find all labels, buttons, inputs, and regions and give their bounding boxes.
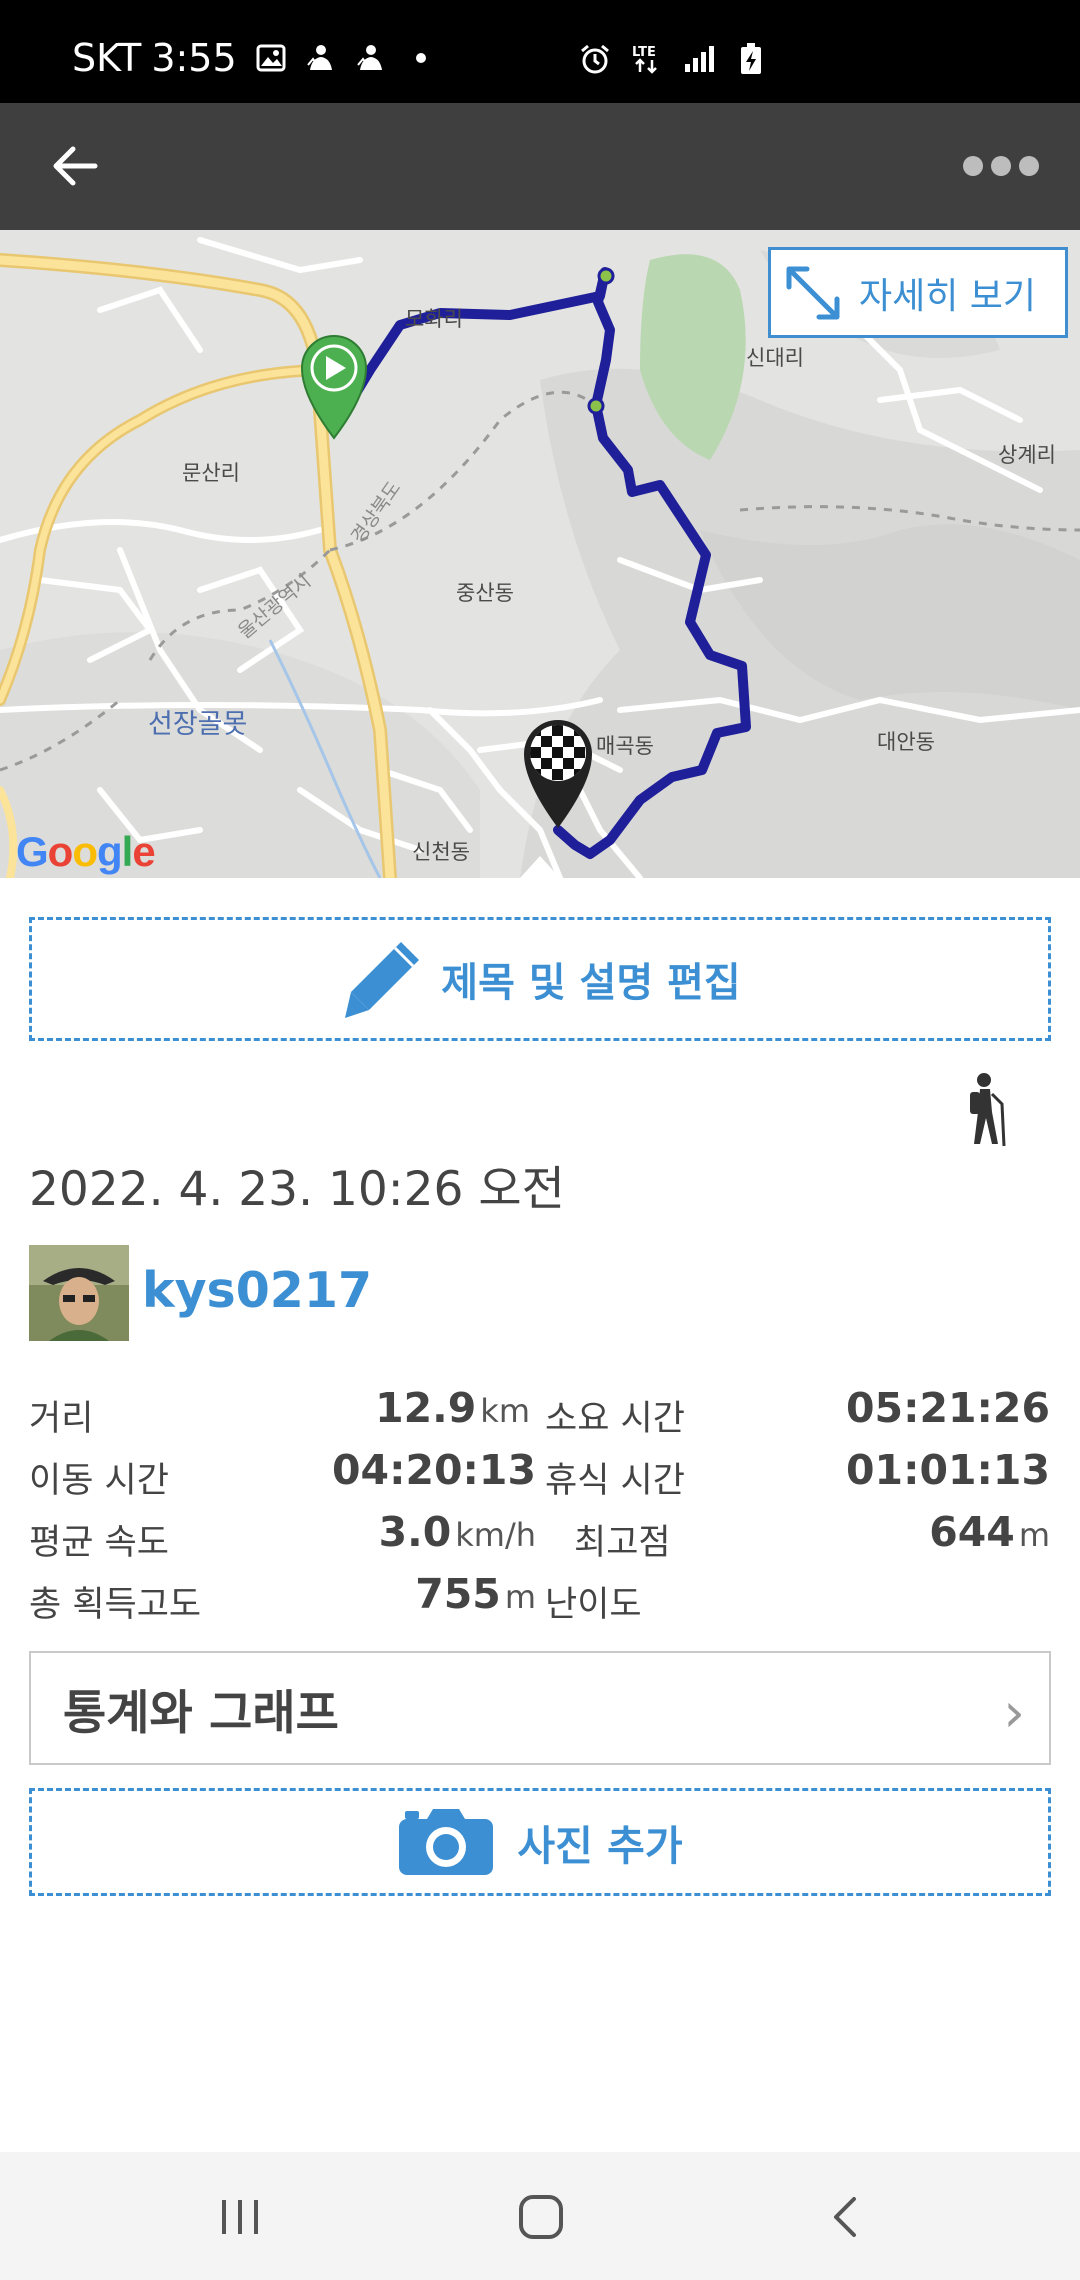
recents-button[interactable] — [205, 2182, 275, 2252]
avg-speed-number: 3.0 — [378, 1508, 452, 1556]
battery-charging-icon — [734, 42, 768, 76]
map-label: 매곡동 — [596, 734, 654, 758]
more-dot — [1019, 156, 1039, 176]
edit-title-description-button[interactable]: 제목 및 설명 편집 — [29, 917, 1051, 1041]
view-details-button[interactable]: 자세히 보기 — [768, 247, 1068, 338]
stat-max-elevation-value: 644 m — [800, 1508, 1050, 1556]
stat-elevation-gain-label: 총 획득고도 — [29, 1585, 202, 1625]
map-label: 문산리 — [182, 461, 240, 485]
stat-rest-time-value: 01:01:13 — [846, 1446, 1050, 1494]
arrow-left-icon — [53, 146, 98, 186]
stat-avg-speed-label: 평균 속도 — [29, 1523, 169, 1563]
home-button[interactable] — [506, 2182, 576, 2252]
avg-speed-unit: km/h — [455, 1516, 536, 1554]
map-label: 신천동 — [412, 840, 470, 864]
gallery-icon — [255, 42, 287, 74]
stat-distance-value: 12.9 km — [330, 1384, 530, 1432]
stat-max-elevation-label: 최고점 — [574, 1523, 671, 1563]
system-nav-bar — [0, 2152, 1080, 2280]
stat-moving-time-label: 이동 시간 — [29, 1461, 169, 1501]
nav-back-button[interactable] — [810, 2182, 880, 2252]
map-label: 상계리 — [998, 443, 1056, 467]
camera-icon — [399, 1809, 494, 1875]
edit-title-label: 제목 및 설명 편집 — [441, 960, 741, 1006]
stat-total-time-value: 05:21:26 — [846, 1384, 1050, 1432]
mountain-app-icon — [355, 42, 387, 74]
map-label: 신대리 — [746, 346, 804, 370]
back-button[interactable] — [42, 133, 108, 199]
mountain-app-icon — [305, 42, 337, 74]
activity-date: 2022. 4. 23. 10:26 오전 — [29, 1162, 565, 1217]
chevron-right-icon: › — [1003, 1681, 1025, 1744]
clock-text: 3:55 — [151, 36, 237, 80]
max-elevation-unit: m — [1018, 1516, 1050, 1554]
map-label: 선장골못 — [148, 709, 248, 740]
alarm-icon — [578, 42, 612, 76]
map-label: 모화리 — [405, 307, 463, 331]
distance-number: 12.9 — [375, 1384, 477, 1432]
more-dot — [963, 156, 983, 176]
app-bar — [0, 103, 1080, 230]
route-map[interactable]: 모화리 신대리 상계리 문산리 경상북도 중산동 울산광역시 선장골못 매곡동 … — [0, 230, 1080, 878]
map-label: 중산동 — [456, 581, 514, 605]
statistics-graph-button[interactable]: 통계와 그래프 › — [29, 1651, 1051, 1765]
stat-difficulty-label: 난이도 — [545, 1585, 642, 1625]
hiking-icon — [970, 1073, 1006, 1147]
stat-total-time-label: 소요 시간 — [545, 1399, 685, 1439]
distance-unit: km — [480, 1392, 530, 1430]
map-label: 대안동 — [877, 730, 935, 754]
home-icon — [519, 2195, 563, 2239]
recents-icon — [222, 2200, 258, 2234]
elevation-gain-number: 755 — [415, 1570, 501, 1618]
lte-icon: LTE — [630, 42, 664, 76]
elevation-gain-unit: m — [504, 1578, 536, 1616]
statistics-graph-label: 통계와 그래프 — [63, 1685, 339, 1741]
stat-distance-label: 거리 — [29, 1399, 94, 1439]
stat-rest-time-label: 휴식 시간 — [545, 1461, 685, 1501]
expand-icon — [786, 266, 840, 319]
more-dot — [991, 156, 1011, 176]
status-left: SKT 3:55 — [72, 36, 437, 80]
more-options-button[interactable] — [958, 143, 1044, 189]
nav-back-icon — [834, 2197, 856, 2237]
stat-avg-speed-value: 3.0 km/h — [300, 1508, 536, 1556]
pencil-icon — [345, 942, 420, 1018]
start-marker-icon — [300, 335, 368, 440]
dot-icon — [405, 42, 437, 74]
signal-icon — [682, 42, 716, 76]
svg-text:LTE: LTE — [632, 45, 656, 60]
google-logo: Google — [16, 828, 156, 875]
view-details-label: 자세히 보기 — [859, 275, 1037, 317]
status-right: LTE — [578, 42, 768, 76]
add-photo-label: 사진 추가 — [517, 1822, 683, 1870]
username-link[interactable]: kys0217 — [142, 1262, 372, 1319]
stat-moving-time-value: 04:20:13 — [332, 1446, 536, 1494]
avatar[interactable] — [29, 1245, 129, 1341]
carrier-text: SKT — [72, 36, 142, 80]
stat-elevation-gain-value: 755 m — [360, 1570, 536, 1618]
max-elevation-number: 644 — [929, 1508, 1015, 1556]
status-bar: SKT 3:55 LTE — [0, 0, 1080, 103]
add-photo-button[interactable]: 사진 추가 — [29, 1788, 1051, 1896]
